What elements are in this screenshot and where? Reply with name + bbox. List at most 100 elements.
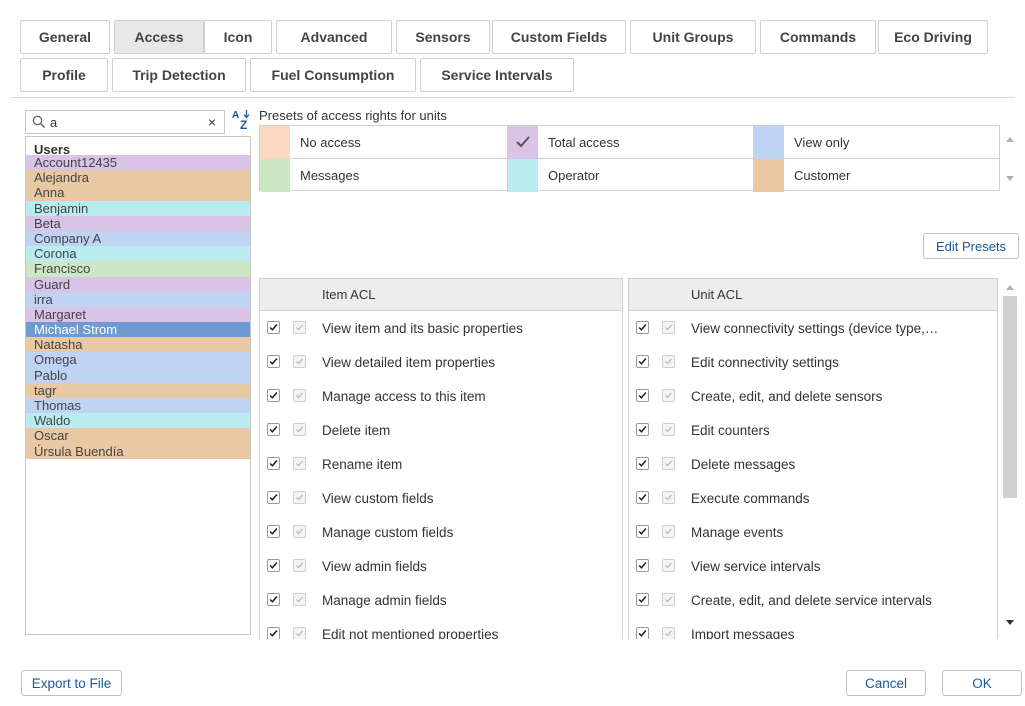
checkbox-inherited-icon[interactable] [293, 559, 306, 572]
checkbox-inherited-icon[interactable] [662, 423, 675, 436]
preset-label: View only [794, 134, 850, 150]
checkbox-checked-icon[interactable] [636, 627, 649, 639]
user-item[interactable]: Alejandra [26, 170, 250, 186]
tab-eco-driving[interactable]: Eco Driving [878, 20, 988, 54]
edit-presets-button[interactable]: Edit Presets [923, 233, 1019, 259]
acl-scroll-thumb[interactable] [1003, 296, 1017, 498]
checkbox-inherited-icon[interactable] [662, 321, 675, 334]
user-item[interactable]: Francisco [26, 261, 250, 277]
tab-advanced[interactable]: Advanced [276, 20, 392, 54]
checkbox-inherited-icon[interactable] [662, 525, 675, 538]
checkbox-inherited-icon[interactable] [293, 321, 306, 334]
checkbox-inherited-icon[interactable] [293, 627, 306, 639]
checkbox-inherited-icon[interactable] [662, 627, 675, 639]
checkbox-inherited-icon[interactable] [662, 559, 675, 572]
ok-button[interactable]: OK [942, 670, 1022, 696]
checkbox-checked-icon[interactable] [636, 559, 649, 572]
user-item[interactable]: Guard [26, 276, 250, 292]
user-item[interactable]: tagr [26, 382, 250, 398]
checkbox-checked-icon[interactable] [636, 525, 649, 538]
tab-access[interactable]: Access [114, 20, 204, 54]
checkbox-checked-icon[interactable] [267, 389, 280, 402]
preset-operator[interactable]: Operator [508, 159, 754, 192]
user-item[interactable]: Waldo [26, 413, 250, 429]
preset-no-access[interactable]: No access [260, 125, 508, 159]
user-item[interactable]: Michael Strom [26, 322, 250, 338]
user-item[interactable]: Account12435 [26, 155, 250, 171]
checkbox-checked-icon[interactable] [636, 457, 649, 470]
presets-title: Presets of access rights for units [259, 108, 447, 123]
unit-acl-table: Unit ACL View connectivity settings (dev… [628, 278, 998, 639]
checkbox-inherited-icon[interactable] [293, 355, 306, 368]
checkbox-inherited-icon[interactable] [293, 423, 306, 436]
user-item[interactable]: Omega [26, 352, 250, 368]
checkbox-checked-icon[interactable] [267, 627, 280, 639]
checkbox-inherited-icon[interactable] [662, 355, 675, 368]
cancel-button[interactable]: Cancel [846, 670, 926, 696]
checkbox-inherited-icon[interactable] [293, 491, 306, 504]
checkbox-inherited-icon[interactable] [293, 525, 306, 538]
preset-label: Total access [548, 134, 620, 150]
preset-total-access[interactable]: Total access [508, 125, 754, 159]
acl-right-label: Edit connectivity settings [691, 354, 839, 370]
checkbox-checked-icon[interactable] [267, 423, 280, 436]
export-to-file-button[interactable]: Export to File [21, 670, 122, 696]
checkbox-inherited-icon[interactable] [293, 593, 306, 606]
preset-messages[interactable]: Messages [260, 159, 508, 192]
user-item[interactable]: Benjamin [26, 200, 250, 216]
preset-view-only[interactable]: View only [754, 125, 1000, 159]
checkbox-checked-icon[interactable] [636, 321, 649, 334]
preset-swatch [754, 159, 784, 192]
checkbox-checked-icon[interactable] [636, 593, 649, 606]
checkbox-inherited-icon[interactable] [293, 457, 306, 470]
acl-right-label: Edit counters [691, 422, 770, 438]
tab-service-intervals[interactable]: Service Intervals [420, 58, 574, 92]
checkbox-inherited-icon[interactable] [293, 389, 306, 402]
tab-sensors[interactable]: Sensors [396, 20, 490, 54]
search-input[interactable] [50, 114, 200, 130]
preset-customer[interactable]: Customer [754, 159, 1000, 192]
acl-right-label: View connectivity settings (device type,… [691, 320, 939, 336]
user-item[interactable]: irra [26, 291, 250, 307]
checkbox-inherited-icon[interactable] [662, 457, 675, 470]
search-field[interactable]: × [25, 110, 225, 134]
presets-scrollbar[interactable] [1001, 125, 1019, 191]
user-item[interactable]: Anna [26, 185, 250, 201]
user-item[interactable]: Thomas [26, 398, 250, 414]
tab-profile[interactable]: Profile [20, 58, 108, 92]
checkbox-checked-icon[interactable] [267, 559, 280, 572]
tab-general[interactable]: General [20, 20, 110, 54]
checkbox-inherited-icon[interactable] [662, 593, 675, 606]
checkbox-inherited-icon[interactable] [662, 491, 675, 504]
user-item[interactable]: Úrsula Buendía [26, 443, 250, 459]
tab-icon[interactable]: Icon [204, 20, 272, 54]
checkbox-checked-icon[interactable] [636, 423, 649, 436]
sort-az-icon[interactable]: A Z [231, 108, 251, 130]
user-item[interactable]: Corona [26, 246, 250, 262]
tab-custom-fields[interactable]: Custom Fields [492, 20, 626, 54]
checkbox-inherited-icon[interactable] [662, 389, 675, 402]
checkbox-checked-icon[interactable] [636, 389, 649, 402]
checkbox-checked-icon[interactable] [267, 457, 280, 470]
tab-commands[interactable]: Commands [760, 20, 876, 54]
checkbox-checked-icon[interactable] [636, 355, 649, 368]
user-item[interactable]: Pablo [26, 367, 250, 383]
item-acl-row: Manage admin fields [260, 583, 622, 617]
clear-search-icon[interactable]: × [208, 114, 216, 130]
checkbox-checked-icon[interactable] [267, 491, 280, 504]
user-item[interactable]: Margaret [26, 306, 250, 323]
tab-fuel-consumption[interactable]: Fuel Consumption [250, 58, 416, 92]
user-item[interactable]: Beta [26, 215, 250, 231]
checkbox-checked-icon[interactable] [267, 355, 280, 368]
user-item[interactable]: Oscar [26, 428, 250, 444]
user-item[interactable]: Natasha [26, 337, 250, 353]
unit-acl-row: Execute commands [629, 481, 997, 515]
checkbox-checked-icon[interactable] [267, 593, 280, 606]
checkbox-checked-icon[interactable] [267, 321, 280, 334]
acl-right-label: Delete item [322, 422, 391, 438]
checkbox-checked-icon[interactable] [267, 525, 280, 538]
tab-trip-detection[interactable]: Trip Detection [112, 58, 246, 92]
user-item[interactable]: Company A [26, 230, 250, 247]
checkbox-checked-icon[interactable] [636, 491, 649, 504]
tab-unit-groups[interactable]: Unit Groups [630, 20, 756, 54]
